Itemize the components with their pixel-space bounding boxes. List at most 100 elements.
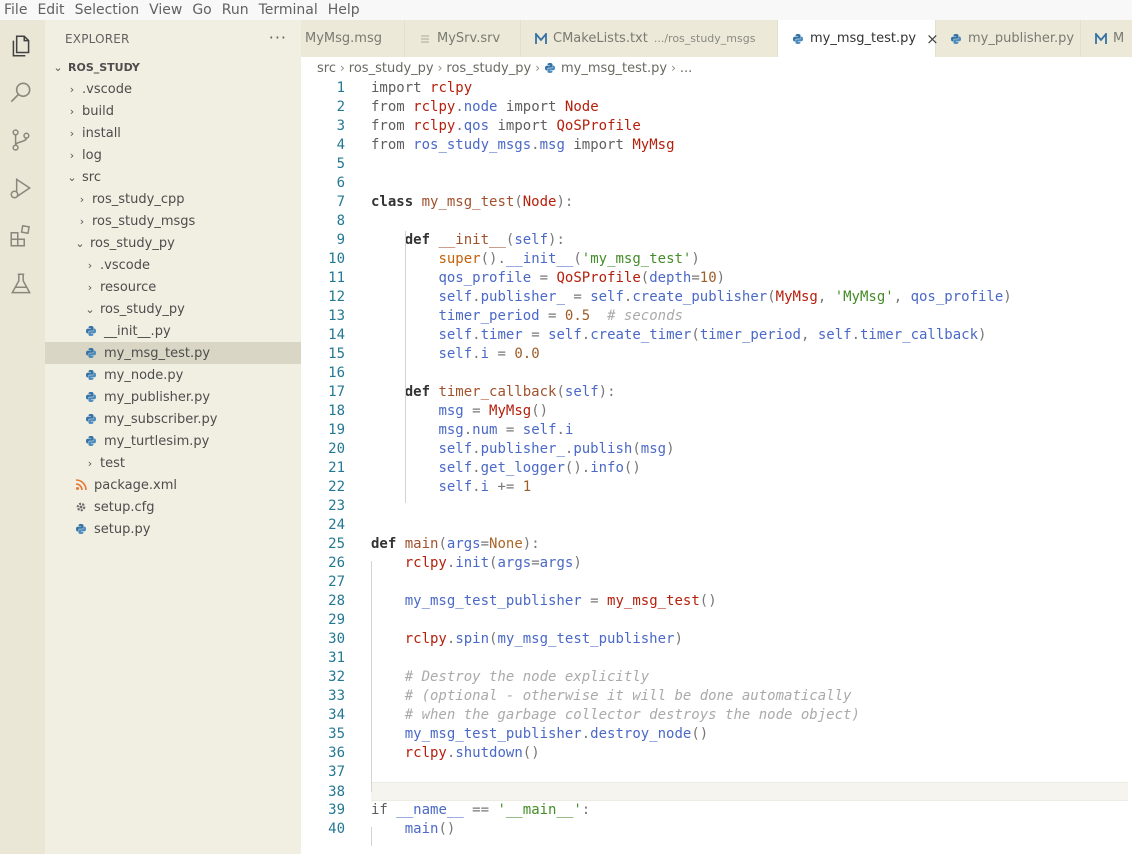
search-icon[interactable] bbox=[7, 79, 35, 107]
line-number: 18 bbox=[328, 403, 345, 419]
tree-item[interactable]: my_turtlesim.py bbox=[45, 430, 301, 452]
code-text: self.publisher_.publish(msg) bbox=[438, 441, 675, 457]
tree-item[interactable]: my_subscriber.py bbox=[45, 408, 301, 430]
more-actions-icon[interactable]: ··· bbox=[269, 28, 287, 47]
breadcrumb-item[interactable]: ... bbox=[680, 61, 692, 76]
tree-item[interactable]: › install bbox=[45, 122, 301, 144]
indent-guide bbox=[371, 827, 372, 846]
code-line: 6 bbox=[301, 174, 1132, 193]
code-text: # when the garbage collector destroys th… bbox=[404, 707, 860, 723]
tree-item[interactable]: package.xml bbox=[45, 474, 301, 496]
line-number: 36 bbox=[328, 745, 345, 761]
line-number: 3 bbox=[336, 118, 345, 134]
line-number: 39 bbox=[328, 802, 345, 818]
tree-item-label: log bbox=[82, 147, 102, 163]
tab-mysrv-srv[interactable]: MySrv.srv bbox=[405, 20, 521, 57]
menu-edit[interactable]: Edit bbox=[32, 1, 69, 19]
tree-item[interactable]: › test bbox=[45, 452, 301, 474]
tab-label: M bbox=[1113, 31, 1125, 46]
tree-item[interactable]: ⌄ ros_study_py bbox=[45, 232, 301, 254]
tree-item[interactable]: › resource bbox=[45, 276, 301, 298]
line-number: 16 bbox=[328, 365, 345, 381]
tree-item[interactable]: › .vscode bbox=[45, 78, 301, 100]
menu-view[interactable]: View bbox=[144, 1, 187, 19]
tree-item[interactable]: › ros_study_cpp bbox=[45, 188, 301, 210]
run-debug-icon[interactable] bbox=[7, 174, 35, 202]
tree-item[interactable]: setup.cfg bbox=[45, 496, 301, 518]
code-line: 15 self.i = 0.0 bbox=[301, 345, 1132, 364]
tree-item-label: setup.cfg bbox=[94, 499, 155, 515]
code-text: msg.num = self.i bbox=[438, 422, 574, 438]
tree-item[interactable]: › .vscode bbox=[45, 254, 301, 276]
code-line: 39 if __name__ == '__main__': bbox=[301, 801, 1132, 820]
code-line: 34 # when the garbage collector destroys… bbox=[301, 706, 1132, 725]
tree-item[interactable]: › log bbox=[45, 144, 301, 166]
code-editor[interactable]: 1 import rclpy 2 from rclpy.node import Nod… bbox=[301, 79, 1132, 854]
code-line: 32 # Destroy the node explicitly bbox=[301, 668, 1132, 687]
breadcrumb-item[interactable]: ros_study_py bbox=[349, 61, 434, 76]
tab-my_publisher-py[interactable]: my_publisher.py bbox=[936, 20, 1081, 57]
line-number: 35 bbox=[328, 726, 345, 742]
chevron-right-icon: › bbox=[87, 280, 93, 294]
tree-item-label: ros_study_cpp bbox=[92, 191, 185, 207]
tree-item[interactable]: › ros_study_msgs bbox=[45, 210, 301, 232]
chevron-right-icon: › bbox=[69, 148, 75, 162]
extensions-icon[interactable] bbox=[7, 222, 35, 250]
code-text: def main(args=None): bbox=[371, 536, 540, 552]
code-text: my_msg_test_publisher = my_msg_test() bbox=[404, 593, 717, 609]
breadcrumb-item[interactable]: ros_study_py bbox=[446, 61, 531, 76]
code-text: self.i += 1 bbox=[438, 479, 532, 495]
menu-help[interactable]: Help bbox=[323, 1, 365, 19]
explorer-icon[interactable] bbox=[7, 32, 35, 60]
editor-tabs: MyMsg.msg MySrv.srv CMakeLists.txt .../ros_… bbox=[301, 20, 1132, 57]
tree-item[interactable]: my_publisher.py bbox=[45, 386, 301, 408]
line-number: 40 bbox=[328, 821, 345, 837]
code-line: 18 msg = MyMsg() bbox=[301, 402, 1132, 421]
tree-item-label: setup.py bbox=[94, 521, 151, 537]
menu-go[interactable]: Go bbox=[187, 1, 216, 19]
code-text: def timer_callback(self): bbox=[404, 384, 616, 400]
testing-icon[interactable] bbox=[7, 270, 35, 298]
tree-item[interactable]: ⌄ ros_study_py bbox=[45, 298, 301, 320]
line-number: 15 bbox=[328, 346, 345, 362]
menu-selection[interactable]: Selection bbox=[70, 1, 145, 19]
tree-item[interactable]: __init__.py bbox=[45, 320, 301, 342]
tree-item-label: src bbox=[82, 169, 101, 185]
menu-terminal[interactable]: Terminal bbox=[254, 1, 323, 19]
tree-item[interactable]: setup.py bbox=[45, 518, 301, 540]
code-line: 13 timer_period = 0.5 # seconds bbox=[301, 307, 1132, 326]
tree-item[interactable]: my_msg_test.py bbox=[45, 342, 301, 364]
code-line: 24 bbox=[301, 516, 1132, 535]
tree-item-label: .vscode bbox=[82, 81, 132, 97]
code-text: self.get_logger().info() bbox=[438, 460, 641, 476]
tab-cmakelists-txt[interactable]: CMakeLists.txt .../ros_study_msgs bbox=[521, 20, 778, 57]
tree-item-label: resource bbox=[100, 279, 157, 295]
tab-mymsg-msg[interactable]: MyMsg.msg bbox=[301, 20, 405, 57]
tree-item[interactable]: ⌄ src bbox=[45, 166, 301, 188]
menu-run[interactable]: Run bbox=[217, 1, 254, 19]
tree-item[interactable]: › build bbox=[45, 100, 301, 122]
source-control-icon[interactable] bbox=[7, 126, 35, 154]
code-line: 22 self.i += 1 bbox=[301, 478, 1132, 497]
tab-label: CMakeLists.txt bbox=[553, 31, 648, 46]
tab-m[interactable]: M bbox=[1081, 20, 1132, 57]
breadcrumb-item[interactable]: my_msg_test.py bbox=[561, 61, 667, 76]
code-text: msg = MyMsg() bbox=[438, 403, 549, 419]
menu-file[interactable]: File bbox=[0, 1, 32, 19]
line-number: 17 bbox=[328, 384, 345, 400]
tree-item[interactable]: my_node.py bbox=[45, 364, 301, 386]
code-text: class my_msg_test(Node): bbox=[371, 194, 574, 210]
tab-my_msg_test-py[interactable]: my_msg_test.py × bbox=[778, 20, 939, 57]
breadcrumb-item[interactable]: src bbox=[317, 61, 336, 76]
explorer-title: EXPLORER bbox=[65, 31, 130, 46]
line-number: 13 bbox=[328, 308, 345, 324]
code-text: import rclpy bbox=[371, 80, 473, 96]
workspace-root[interactable]: ⌄ ROS_STUDY bbox=[45, 56, 301, 78]
tree-item-label: test bbox=[100, 455, 125, 471]
gear-icon bbox=[75, 501, 87, 513]
line-number: 26 bbox=[328, 555, 345, 571]
code-line: 33 # (optional - otherwise it will be do… bbox=[301, 687, 1132, 706]
code-line: 30 rclpy.spin(my_msg_test_publisher) bbox=[301, 630, 1132, 649]
breadcrumb: src › ros_study_py › ros_study_py › my_msg_tes… bbox=[301, 57, 1132, 79]
line-number: 5 bbox=[336, 156, 345, 172]
